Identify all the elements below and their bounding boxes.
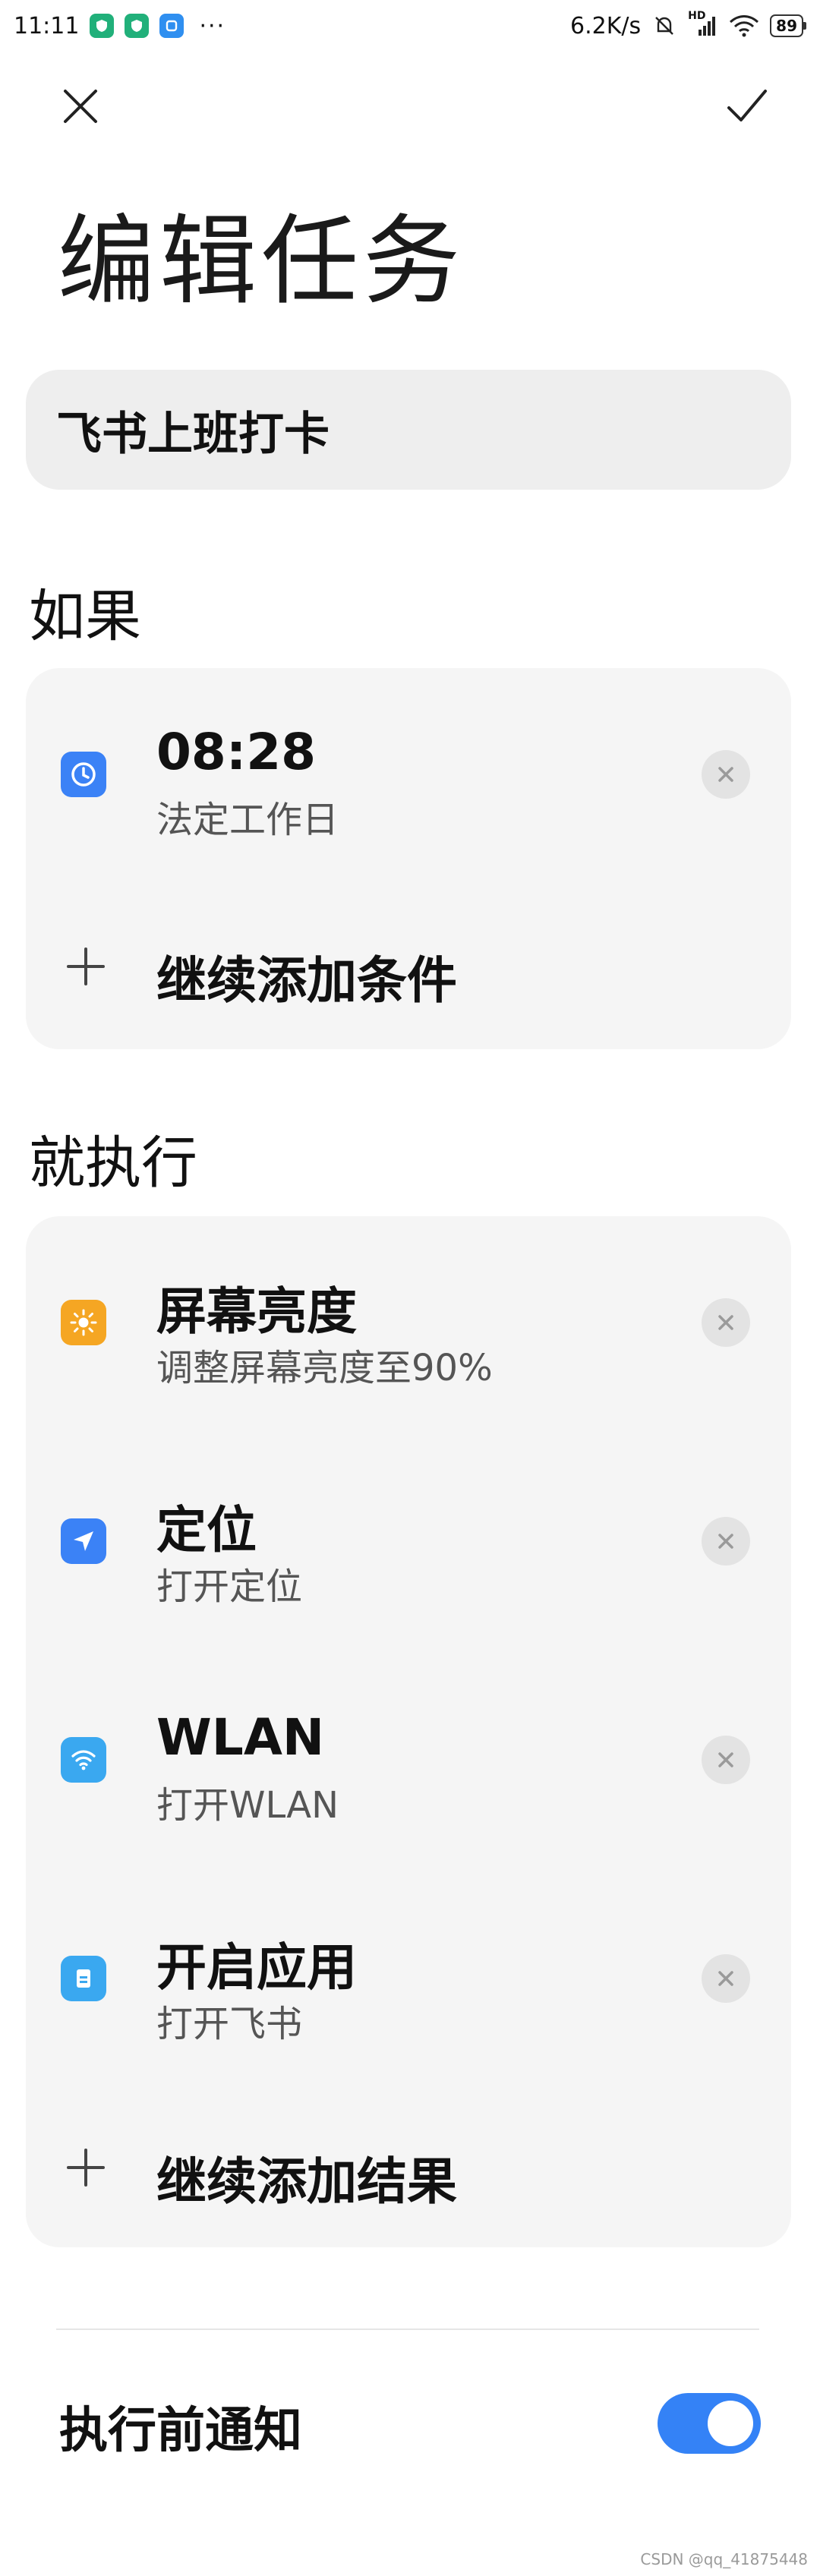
notify-toggle[interactable] bbox=[658, 2393, 761, 2454]
then-section-label: 就执行 bbox=[29, 1130, 197, 1196]
close-small-icon bbox=[718, 1534, 733, 1549]
battery-icon: 89 bbox=[770, 14, 806, 37]
shield-app-icon bbox=[90, 14, 115, 38]
close-small-icon bbox=[718, 1752, 733, 1767]
status-bar-left: 11:11 ··· bbox=[14, 13, 226, 39]
status-bar-right: 6.2K/s HD 89 bbox=[570, 10, 806, 39]
if-section-label: 如果 bbox=[29, 584, 141, 649]
add-condition-button[interactable]: 继续添加条件 bbox=[26, 917, 791, 1016]
status-bar: 11:11 ··· 6.2K/s HD 89 bbox=[0, 0, 820, 52]
app-notification-icon bbox=[159, 14, 184, 38]
shield-app-icon bbox=[125, 14, 150, 38]
action-row-location[interactable]: 定位 打开定位 bbox=[26, 1435, 791, 1608]
action-title: WLAN bbox=[156, 1708, 325, 1767]
close-small-icon bbox=[718, 1315, 733, 1330]
sun-icon bbox=[61, 1300, 106, 1345]
checkmark-icon bbox=[727, 90, 767, 121]
add-condition-label: 继续添加条件 bbox=[156, 951, 457, 1010]
plus-icon bbox=[67, 947, 105, 985]
remove-action-button[interactable] bbox=[702, 1736, 750, 1784]
mute-bell-icon bbox=[655, 17, 674, 35]
action-row-brightness[interactable]: 屏幕亮度 调整屏幕亮度至90% bbox=[26, 1216, 791, 1389]
wifi-icon bbox=[61, 1737, 106, 1783]
remove-action-button[interactable] bbox=[702, 1954, 750, 2003]
condition-subtitle: 法定工作日 bbox=[156, 799, 339, 841]
notify-label: 执行前通知 bbox=[59, 2403, 302, 2459]
action-title: 开启应用 bbox=[156, 1938, 357, 1997]
action-row-wlan[interactable]: WLAN 打开WLAN bbox=[26, 1654, 791, 1827]
close-small-icon bbox=[718, 767, 733, 782]
status-time: 11:11 bbox=[14, 12, 80, 39]
confirm-button[interactable] bbox=[717, 76, 777, 137]
page-title: 编辑任务 bbox=[58, 205, 465, 318]
action-row-open-app[interactable]: 开启应用 打开飞书 bbox=[26, 1872, 791, 2045]
add-action-button[interactable]: 继续添加结果 bbox=[26, 2118, 791, 2217]
signal-icon: HD bbox=[688, 10, 718, 37]
action-subtitle: 打开定位 bbox=[156, 1565, 303, 1608]
watermark: CSDN @qq_41875448 bbox=[640, 2550, 808, 2568]
action-title: 屏幕亮度 bbox=[156, 1282, 357, 1341]
remove-action-button[interactable] bbox=[702, 1298, 750, 1347]
action-subtitle: 打开飞书 bbox=[156, 2003, 303, 2045]
divider bbox=[56, 2328, 759, 2330]
remove-condition-button[interactable] bbox=[702, 750, 750, 799]
more-notifications-icon: ··· bbox=[199, 12, 226, 39]
close-small-icon bbox=[718, 1971, 733, 1986]
plus-icon bbox=[67, 2149, 105, 2187]
network-speed: 6.2K/s bbox=[570, 12, 642, 39]
conditions-card: 08:28 法定工作日 继续添加条件 bbox=[26, 668, 791, 1049]
toggle-knob bbox=[708, 2401, 753, 2446]
remove-action-button[interactable] bbox=[702, 1517, 750, 1565]
task-name-input[interactable]: 飞书上班打卡 bbox=[26, 370, 791, 490]
location-arrow-icon bbox=[61, 1518, 106, 1564]
close-button[interactable] bbox=[50, 76, 111, 137]
actions-card: 屏幕亮度 调整屏幕亮度至90% 定位 打开定位 WLAN 打开WLAN 开启应用… bbox=[26, 1216, 791, 2247]
action-subtitle: 调整屏幕亮度至90% bbox=[156, 1347, 493, 1389]
wifi-status-icon bbox=[730, 15, 759, 37]
action-title: 定位 bbox=[156, 1501, 257, 1559]
condition-title: 08:28 bbox=[156, 723, 317, 781]
close-icon bbox=[64, 90, 97, 123]
condition-row-time[interactable]: 08:28 法定工作日 bbox=[26, 668, 791, 841]
action-subtitle: 打开WLAN bbox=[156, 1784, 339, 1827]
clock-icon bbox=[61, 752, 106, 797]
add-action-label: 继续添加结果 bbox=[156, 2152, 457, 2211]
app-icon bbox=[61, 1956, 106, 2001]
